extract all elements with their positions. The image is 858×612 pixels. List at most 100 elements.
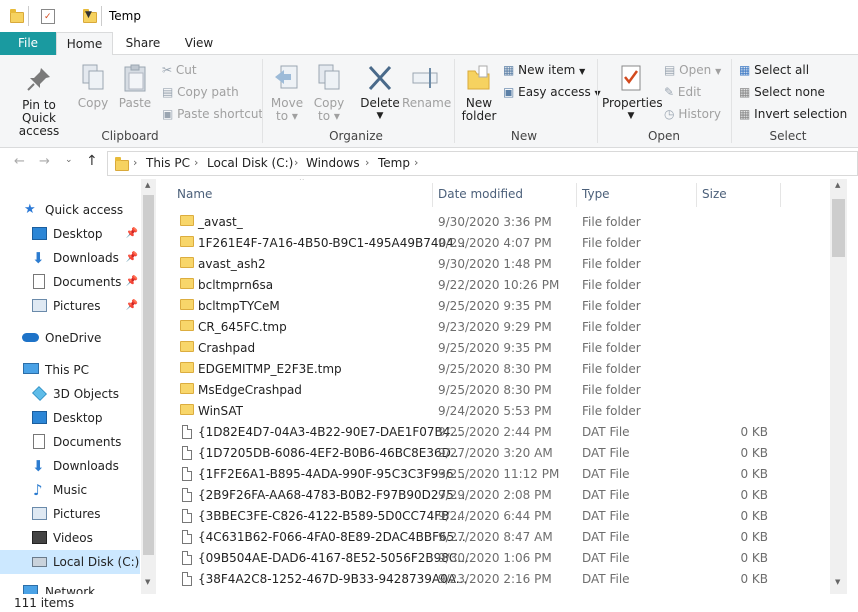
- forward-arrow-icon[interactable]: →: [39, 154, 50, 169]
- nav-pc-documents[interactable]: Documents: [0, 430, 140, 454]
- file-row[interactable]: 1F261E4F-7A16-4B50-B9C1-495A49B7404... 9/…: [176, 233, 816, 254]
- file-row[interactable]: {2B9F26FA-AA68-4783-B0B2-F97B90D275... 9/…: [176, 485, 816, 506]
- tab-view[interactable]: View: [172, 32, 226, 55]
- nav-label: Downloads: [53, 459, 119, 473]
- file-date: 9/24/2020 6:44 PM: [438, 509, 552, 523]
- rename-button[interactable]: Rename: [402, 59, 451, 110]
- scroll-down-arrow-icon[interactable]: ▼: [145, 578, 150, 586]
- select-all-icon: ▦: [739, 63, 751, 77]
- file-row[interactable]: bcltmpTYCeM 9/25/2020 9:35 PM File folder: [176, 296, 816, 317]
- properties-icon[interactable]: ✓: [41, 9, 55, 24]
- pin-icon[interactable]: 📌: [126, 294, 138, 318]
- paste-shortcut-button[interactable]: ▣ Paste shortcut: [162, 107, 263, 121]
- copy-label: Copy: [77, 96, 109, 110]
- nav-pc-desktop[interactable]: Desktop: [0, 406, 140, 430]
- file-date: 9/25/2020 2:44 PM: [438, 425, 552, 439]
- nav-pc-pictures[interactable]: Pictures: [0, 502, 140, 526]
- column-header-type[interactable]: Type: [582, 187, 610, 201]
- file-row[interactable]: {3BBEC3FE-C826-4122-B589-5D0CC74FB... 9/2…: [176, 506, 816, 527]
- move-to-button[interactable]: Move to ▾: [268, 59, 306, 123]
- tab-file[interactable]: File: [0, 32, 56, 55]
- nav-pc-3d-objects[interactable]: 3D Objects: [0, 382, 140, 406]
- up-arrow-icon[interactable]: ↑: [86, 153, 98, 169]
- invert-selection-button[interactable]: ▦ Invert selection: [739, 107, 847, 121]
- edit-button[interactable]: ✎ Edit: [664, 85, 701, 99]
- file-row[interactable]: _avast_ 9/30/2020 3:36 PM File folder: [176, 212, 816, 233]
- cut-button[interactable]: ✂ Cut: [162, 63, 197, 77]
- delete-label: Delete: [360, 96, 400, 110]
- paste-button[interactable]: Paste: [116, 59, 154, 110]
- nav-qa-desktop[interactable]: Desktop 📌: [0, 222, 140, 246]
- file-row[interactable]: {09B504AE-DAD6-4167-8E52-5056F2B98C... 9/…: [176, 548, 816, 569]
- file-row[interactable]: {1D7205DB-6086-4EF2-B0B6-46BC8E36D... 9/2…: [176, 443, 816, 464]
- back-arrow-icon[interactable]: ←: [14, 154, 25, 169]
- nav-this-pc[interactable]: This PC: [0, 358, 140, 382]
- pin-icon[interactable]: 📌: [126, 270, 138, 294]
- breadcrumb-local-disk[interactable]: Local Disk (C:): [207, 156, 293, 170]
- copy-path-button[interactable]: ▤ Copy path: [162, 85, 239, 99]
- documents-icon: [33, 274, 45, 289]
- history-button[interactable]: ◷ History: [664, 107, 721, 121]
- nav-scrollbar[interactable]: ▲ ▼: [141, 179, 156, 594]
- nav-network[interactable]: Network: [0, 580, 140, 594]
- file-row[interactable]: MsEdgeCrashpad 9/25/2020 8:30 PM File fold…: [176, 380, 816, 401]
- nav-qa-pictures[interactable]: Pictures 📌: [0, 294, 140, 318]
- scroll-down-arrow-icon[interactable]: ▼: [835, 578, 840, 586]
- file-row[interactable]: EDGEMITMP_E2F3E.tmp 9/25/2020 8:30 PM File…: [176, 359, 816, 380]
- nav-pc-music[interactable]: ♪ Music: [0, 478, 140, 502]
- scroll-up-arrow-icon[interactable]: ▲: [145, 181, 150, 189]
- scroll-up-arrow-icon[interactable]: ▲: [835, 181, 840, 189]
- scrollbar-thumb[interactable]: [143, 195, 154, 555]
- open-button[interactable]: ▤ Open ▼: [664, 63, 721, 77]
- pin-icon[interactable]: 📌: [126, 222, 138, 246]
- new-folder-button[interactable]: New folder: [458, 59, 500, 123]
- download-arrow-icon: ⬇: [32, 457, 45, 475]
- file-row[interactable]: bcltmprn6sa 9/22/2020 10:26 PM File folder: [176, 275, 816, 296]
- column-header-date[interactable]: Date modified: [438, 187, 523, 201]
- column-header-size[interactable]: Size: [702, 187, 727, 201]
- breadcrumb-this-pc[interactable]: This PC: [146, 156, 190, 170]
- nav-qa-downloads[interactable]: ⬇ Downloads 📌: [0, 246, 140, 270]
- folder-icon: [180, 320, 194, 331]
- file-row[interactable]: {1FF2E6A1-B895-4ADA-990F-95C3C3F936... 9/…: [176, 464, 816, 485]
- nav-quick-access[interactable]: ★ Quick access: [0, 198, 140, 222]
- file-row[interactable]: avast_ash2 9/30/2020 1:48 PM File folder: [176, 254, 816, 275]
- file-list-scrollbar[interactable]: ▲ ▼: [830, 179, 847, 594]
- new-item-button[interactable]: ▦ New item ▼: [503, 63, 585, 77]
- file-row[interactable]: Crashpad 9/25/2020 9:35 PM File folder: [176, 338, 816, 359]
- address-bar[interactable]: › This PC › Local Disk (C:) › Windows › …: [107, 151, 858, 176]
- file-size: 0 KB: [740, 488, 768, 502]
- copy-button[interactable]: Copy: [76, 59, 110, 110]
- tab-share[interactable]: Share: [116, 32, 170, 55]
- folder-icon: [115, 157, 129, 171]
- pin-to-quick-access-button[interactable]: Pin to Quick access: [4, 59, 74, 138]
- folder-icon: [180, 278, 194, 289]
- properties-button[interactable]: Properties ▼: [602, 59, 663, 123]
- select-all-button[interactable]: ▦ Select all: [739, 63, 809, 77]
- file-row[interactable]: {4C631B62-F066-4FA0-8E89-2DAC4BBF65... 9/…: [176, 527, 816, 548]
- file-row[interactable]: {38F4A2C8-1252-467D-9B33-9428739A0A... 9/…: [176, 569, 816, 590]
- pin-icon[interactable]: 📌: [126, 246, 138, 270]
- file-row[interactable]: CR_645FC.tmp 9/23/2020 9:29 PM File folder: [176, 317, 816, 338]
- tab-home[interactable]: Home: [56, 32, 113, 56]
- nav-qa-documents[interactable]: Documents 📌: [0, 270, 140, 294]
- file-type: DAT File: [582, 446, 630, 460]
- breadcrumb-windows[interactable]: Windows: [306, 156, 360, 170]
- nav-label: This PC: [45, 363, 89, 377]
- nav-pc-downloads[interactable]: ⬇ Downloads: [0, 454, 140, 478]
- chevron-down-icon[interactable]: ▼: [85, 10, 92, 20]
- nav-pc-videos[interactable]: Videos: [0, 526, 140, 550]
- easy-access-button[interactable]: ▣ Easy access ▼: [503, 85, 601, 99]
- scrollbar-thumb[interactable]: [832, 199, 845, 257]
- column-header-name[interactable]: Name: [177, 187, 212, 201]
- copy-icon: [82, 64, 104, 90]
- copy-to-button[interactable]: Copy to ▾: [310, 59, 348, 123]
- file-row[interactable]: WinSAT 9/24/2020 5:53 PM File folder: [176, 401, 816, 422]
- select-none-button[interactable]: ▦ Select none: [739, 85, 825, 99]
- breadcrumb-temp[interactable]: Temp: [378, 156, 410, 170]
- file-row[interactable]: {1D82E4D7-04A3-4B22-90E7-DAE1F07B4... 9/2…: [176, 422, 816, 443]
- nav-onedrive[interactable]: OneDrive: [0, 326, 140, 350]
- recent-locations-chevron-icon[interactable]: ⌄: [65, 155, 73, 165]
- nav-pc-local-disk[interactable]: Local Disk (C:): [0, 550, 140, 574]
- delete-button[interactable]: Delete ▼: [360, 59, 400, 123]
